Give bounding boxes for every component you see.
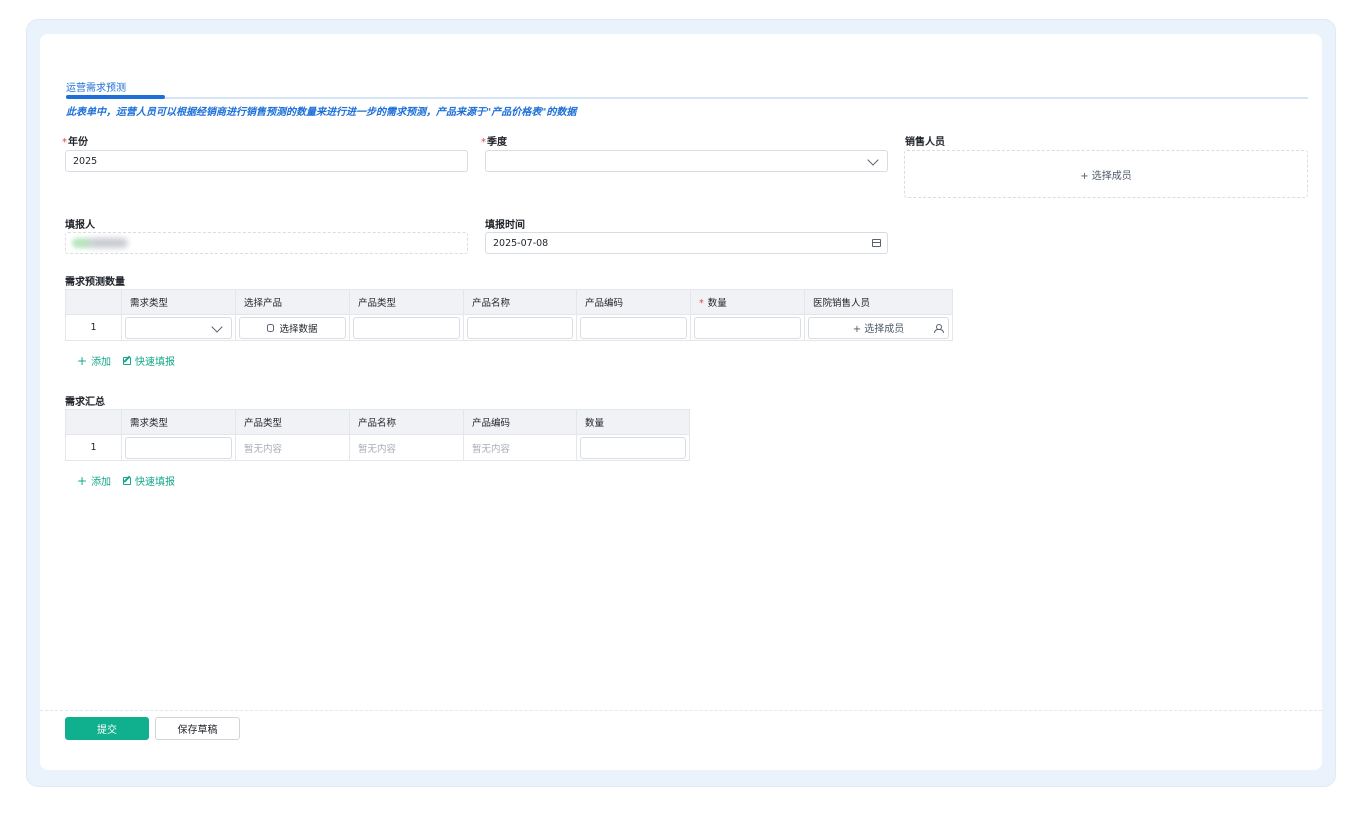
column-header: 产品类型 [235, 409, 350, 435]
submit-button[interactable]: 提交 [65, 717, 149, 740]
summary-quantity-input[interactable] [580, 436, 686, 459]
chevron-down-icon [867, 154, 879, 166]
demand-type-select[interactable] [125, 316, 232, 339]
filler-label: 填报人 [65, 220, 95, 231]
product-type-input[interactable] [353, 316, 460, 339]
tab-active-indicator [66, 95, 165, 99]
table-row: 1 暂无内容 暂无内容 暂无内容 [65, 434, 690, 461]
column-header: 选择产品 [235, 289, 350, 315]
column-header: 产品编码 [463, 409, 577, 435]
select-member-label: + 选择成员 [1080, 170, 1132, 182]
save-draft-button[interactable]: 保存草稿 [155, 717, 240, 740]
fill-time-label: 填报时间 [485, 220, 525, 231]
tab-form-title[interactable]: 运营需求预测 [66, 79, 126, 94]
column-header-quantity: * 数量 [690, 289, 805, 315]
year-input[interactable]: 2025 [65, 150, 468, 172]
quick-fill-button[interactable]: 快速填报 [123, 473, 175, 488]
column-header: 产品名称 [349, 409, 464, 435]
column-header: 数量 [576, 409, 690, 435]
table-header-row: 需求类型 选择产品 产品类型 产品名称 产品编码 * 数量 医院销售人员 [65, 289, 953, 315]
product-name-input[interactable] [467, 316, 573, 339]
quantity-input[interactable] [694, 316, 801, 339]
user-icon [934, 323, 944, 333]
summary-table: 需求类型 产品类型 产品名称 产品编码 数量 1 暂无内容 暂无内容 暂无内容 [65, 409, 690, 461]
empty-placeholder: 暂无内容 [358, 443, 397, 455]
column-header: 产品类型 [349, 289, 464, 315]
required-mark: * [62, 137, 67, 148]
table-header-row: 需求类型 产品类型 产品名称 产品编码 数量 [65, 409, 690, 435]
edit-icon [123, 356, 131, 365]
product-code-input[interactable] [580, 316, 687, 339]
chevron-down-icon [211, 320, 223, 333]
column-header: 需求类型 [121, 289, 236, 315]
row-index: 1 [65, 314, 122, 341]
filler-name-redacted [88, 238, 128, 248]
empty-placeholder: 暂无内容 [472, 443, 511, 455]
column-header-index [65, 409, 122, 435]
column-header: 产品编码 [576, 289, 691, 315]
tab-divider [66, 97, 1308, 99]
select-data-button[interactable]: 选择数据 [239, 316, 346, 339]
sales-person-select-member[interactable]: + 选择成员 [904, 150, 1308, 198]
quarter-select[interactable] [485, 150, 888, 172]
quarter-label: *季度 [481, 137, 507, 148]
plus-icon: + [77, 353, 88, 368]
column-header: 产品名称 [463, 289, 577, 315]
plus-icon: + [77, 473, 88, 488]
empty-placeholder: 暂无内容 [244, 443, 283, 455]
row-index: 1 [65, 434, 122, 461]
add-row-button[interactable]: + 添加 [77, 353, 111, 369]
summary-table-title: 需求汇总 [65, 397, 105, 408]
form-description: 此表单中，运营人员可以根据经销商进行销售预测的数量来进行进一步的需求预测，产品来… [66, 107, 577, 118]
quick-fill-button[interactable]: 快速填报 [123, 353, 175, 368]
column-header: 需求类型 [121, 409, 236, 435]
table-row: 1 选择数据 + 选择成员 [65, 314, 953, 341]
forecast-table-title: 需求预测数量 [65, 277, 125, 288]
forecast-table: 需求类型 选择产品 产品类型 产品名称 产品编码 * 数量 医院销售人员 1 选… [65, 289, 953, 341]
hospital-sales-select-member[interactable]: + 选择成员 [808, 316, 949, 339]
form-card: 运营需求预测 此表单中，运营人员可以根据经销商进行销售预测的数量来进行进一步的需… [40, 34, 1322, 770]
year-label: *年份 [62, 137, 88, 148]
summary-demand-type-input[interactable] [125, 436, 232, 459]
column-header: 医院销售人员 [804, 289, 953, 315]
edit-icon [123, 476, 131, 485]
add-row-button[interactable]: + 添加 [77, 473, 111, 489]
column-header-index [65, 289, 122, 315]
database-icon [267, 323, 275, 332]
calendar-icon [872, 239, 881, 247]
sales-person-label: 销售人员 [905, 137, 945, 148]
fill-time-input[interactable]: 2025-07-08 [485, 232, 888, 254]
footer-divider [40, 710, 1322, 711]
required-mark: * [481, 137, 486, 148]
